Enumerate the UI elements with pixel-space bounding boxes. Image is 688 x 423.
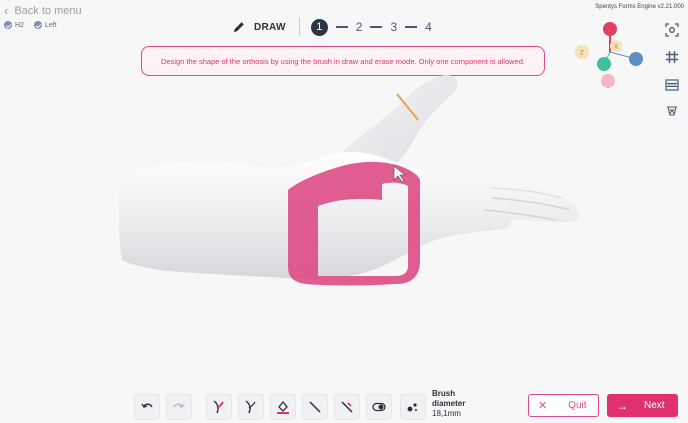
axis-label-x: X — [614, 45, 618, 51]
fill-icon — [277, 400, 289, 414]
check-icon — [33, 21, 42, 29]
step-connector — [370, 26, 383, 28]
undo-button[interactable] — [134, 394, 160, 420]
brush-title: Brush — [432, 389, 456, 398]
axis-label-z: Z — [580, 51, 584, 57]
patient-tags: H2 Left — [4, 21, 57, 29]
clear-button[interactable] — [664, 103, 680, 119]
line-draw-icon — [309, 401, 321, 413]
redo-button[interactable] — [166, 394, 192, 420]
dots-icon — [407, 403, 417, 412]
focus-icon — [665, 23, 679, 37]
step-4[interactable]: 4 — [425, 20, 432, 34]
focus-button[interactable] — [664, 22, 680, 38]
line-erase-button[interactable] — [334, 394, 360, 420]
mode-label: DRAW — [254, 21, 286, 33]
brush-draw-button[interactable] — [206, 394, 232, 420]
line-draw-button[interactable] — [302, 394, 328, 420]
arrow-right-icon: → — [616, 398, 628, 413]
layers-icon — [665, 79, 679, 91]
brush-size-button[interactable] — [400, 394, 426, 420]
quit-label: Quit — [568, 400, 587, 411]
toggle-icon — [372, 402, 386, 412]
brush-erase-icon — [245, 400, 256, 414]
hand-icon — [4, 21, 12, 29]
axis-handle-bottom[interactable] — [601, 74, 615, 88]
chevron-left-icon: ‹ — [4, 3, 9, 18]
next-button[interactable]: → Next — [607, 394, 678, 417]
step-1[interactable]: 1 — [310, 18, 328, 36]
toggle-button[interactable] — [366, 394, 392, 420]
brush-diameter-readout: Brush diameter 18,1mm — [432, 389, 465, 419]
step-3[interactable]: 3 — [390, 20, 397, 34]
divider — [298, 18, 300, 36]
step-connector — [405, 26, 418, 28]
tag-side-label: Left — [44, 21, 57, 29]
grid-icon — [666, 51, 678, 63]
axis-handle-right[interactable] — [629, 52, 643, 66]
version-text: Spentys Forms Engine v2.21.000 — [595, 4, 684, 10]
grid-button[interactable] — [664, 49, 680, 65]
tag-hand: H2 — [4, 21, 24, 29]
line-erase-icon — [341, 401, 353, 413]
tag-hand-label: H2 — [15, 21, 24, 29]
back-label: Back to menu — [14, 4, 82, 17]
axis-handle-front[interactable] — [597, 57, 611, 71]
axis-handle-top[interactable] — [603, 22, 617, 36]
brush-sub: diameter — [432, 399, 466, 408]
next-label: Next — [644, 400, 665, 411]
step-2[interactable]: 2 — [356, 20, 363, 34]
quit-button[interactable]: ✕ Quit — [528, 394, 599, 417]
brush-draw-icon — [213, 400, 224, 414]
fill-button[interactable] — [270, 394, 296, 420]
undo-icon — [141, 403, 153, 408]
close-icon: ✕ — [538, 400, 548, 412]
step-connector — [335, 26, 348, 28]
brush-value: 18,1mm — [432, 409, 461, 418]
pencil-icon — [234, 22, 244, 32]
redo-icon — [173, 403, 185, 408]
layers-button[interactable] — [664, 77, 680, 93]
instruction-text: Design the shape of the orthosis by usin… — [161, 56, 525, 66]
tag-side: Left — [33, 21, 57, 29]
back-to-menu-link[interactable]: ‹ Back to menu — [4, 4, 82, 17]
3d-viewport[interactable] — [100, 70, 590, 305]
clear-icon — [667, 106, 677, 116]
step-indicator: DRAW 1 2 3 4 — [232, 18, 432, 36]
brush-erase-button[interactable] — [238, 394, 264, 420]
